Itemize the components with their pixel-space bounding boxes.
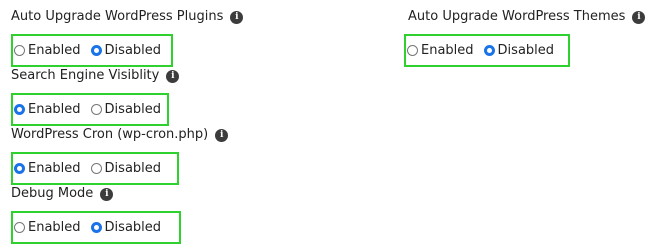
radio-label-enabled: Enabled: [28, 219, 81, 235]
radio-group-highlighted: Enabled Disabled: [11, 152, 179, 185]
info-icon[interactable]: i: [632, 10, 646, 24]
radio-button-enabled[interactable]: [14, 45, 25, 56]
radio-label-disabled: Disabled: [104, 219, 162, 235]
radio-option-enabled[interactable]: Enabled: [407, 42, 474, 60]
radio-label-enabled: Enabled: [28, 42, 81, 58]
info-icon[interactable]: i: [100, 187, 114, 201]
radio-option-enabled[interactable]: Enabled: [14, 160, 81, 178]
setting-debug-mode: Debug Mode i Enabled Disabled: [11, 185, 311, 245]
radio-option-disabled[interactable]: Disabled: [90, 42, 162, 60]
radio-button-enabled[interactable]: [14, 104, 25, 115]
setting-title: WordPress Cron (wp-cron.php) i: [11, 126, 229, 144]
radio-option-disabled[interactable]: Disabled: [90, 219, 162, 237]
setting-wordpress-cron: WordPress Cron (wp-cron.php) i Enabled D…: [11, 126, 311, 186]
radio-label-enabled: Enabled: [28, 101, 81, 117]
radio-group-highlighted: Enabled Disabled: [11, 93, 169, 126]
radio-group-highlighted: Enabled Disabled: [11, 34, 173, 67]
setting-title: Auto Upgrade WordPress Plugins i: [11, 8, 244, 26]
setting-search-engine-visibility: Search Engine Visiblity i Enabled Disabl…: [11, 67, 311, 127]
radio-option-enabled[interactable]: Enabled: [14, 219, 81, 237]
setting-title-label: Auto Upgrade WordPress Plugins: [11, 9, 224, 24]
radio-option-disabled[interactable]: Disabled: [483, 42, 555, 60]
radio-button-enabled[interactable]: [14, 222, 25, 233]
radio-label-enabled: Enabled: [28, 160, 81, 176]
setting-title-label: Search Engine Visiblity: [11, 68, 160, 83]
radio-label-disabled: Disabled: [104, 42, 162, 58]
setting-title: Search Engine Visiblity i: [11, 67, 180, 85]
radio-button-disabled[interactable]: [90, 163, 102, 174]
radio-button-disabled[interactable]: [90, 222, 102, 233]
radio-button-disabled[interactable]: [90, 104, 102, 115]
radio-group-highlighted: Enabled Disabled: [404, 34, 570, 67]
radio-button-disabled[interactable]: [483, 45, 495, 56]
radio-label-disabled: Disabled: [497, 42, 555, 58]
radio-label-enabled: Enabled: [421, 42, 474, 58]
setting-auto-upgrade-plugins: Auto Upgrade WordPress Plugins i Enabled…: [11, 8, 311, 68]
radio-option-disabled[interactable]: Disabled: [90, 101, 162, 119]
radio-option-disabled[interactable]: Disabled: [90, 160, 162, 178]
setting-auto-upgrade-themes: Auto Upgrade WordPress Themes i Enabled …: [404, 8, 648, 68]
setting-title-label: Auto Upgrade WordPress Themes: [408, 9, 626, 24]
radio-button-enabled[interactable]: [14, 163, 25, 174]
radio-button-enabled[interactable]: [407, 45, 418, 56]
radio-option-enabled[interactable]: Enabled: [14, 42, 81, 60]
radio-label-disabled: Disabled: [104, 160, 162, 176]
setting-title: Debug Mode i: [11, 185, 114, 203]
radio-label-disabled: Disabled: [104, 101, 162, 117]
setting-title-label: WordPress Cron (wp-cron.php): [11, 127, 209, 142]
radio-group-highlighted: Enabled Disabled: [11, 211, 181, 244]
info-icon[interactable]: i: [215, 128, 229, 142]
radio-button-disabled[interactable]: [90, 45, 102, 56]
info-icon[interactable]: i: [230, 10, 244, 24]
setting-title-label: Debug Mode: [11, 186, 94, 201]
setting-title: Auto Upgrade WordPress Themes i: [408, 8, 646, 26]
radio-option-enabled[interactable]: Enabled: [14, 101, 81, 119]
info-icon[interactable]: i: [166, 69, 180, 83]
